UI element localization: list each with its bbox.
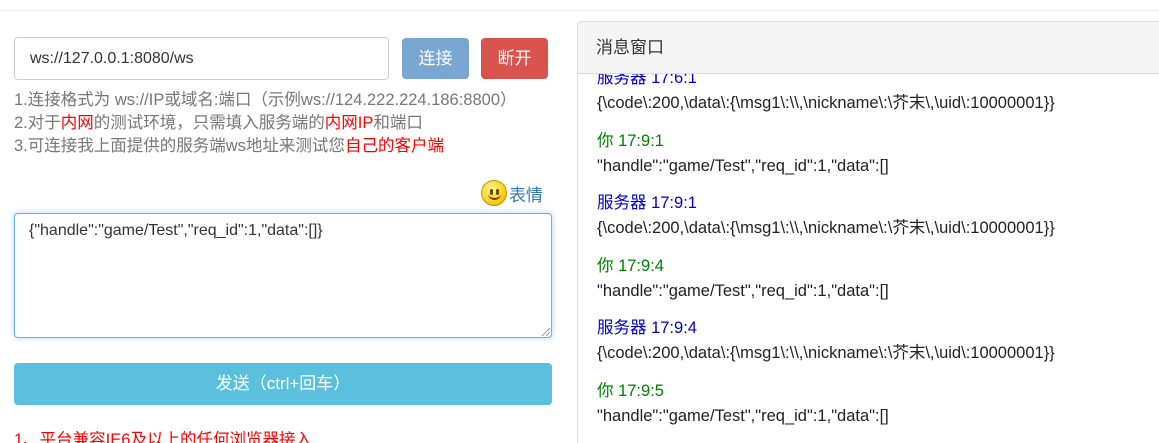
message-log[interactable]: 服务器 17:6:1 {\code\:200,\data\:{\msg1\:\\,…	[578, 74, 1159, 443]
smiley-icon	[481, 180, 507, 206]
message-text: "handle":"game/Test","req_id":1,"data":[…	[597, 406, 889, 425]
message-entry: 你 17:9:1 "handle":"game/Test","req_id":1,…	[597, 129, 1055, 192]
usage-hints: 1.连接格式为 ws://IP或域名:端口（示例ws://124.222.224…	[14, 89, 554, 158]
message-text: {\code\:200,\data\:{\msg1\:\\,\nickname\…	[597, 219, 1055, 237]
message-sender: 服务器 17:9:4	[597, 319, 697, 337]
message-sender: 你 17:9:5	[597, 381, 664, 400]
message-text: {\code\:200,\data\:{\msg1\:\\,\nickname\…	[597, 94, 1055, 112]
message-sender: 你 17:9:4	[597, 256, 664, 275]
disconnect-button[interactable]: 断开	[481, 38, 548, 79]
message-text: "handle":"game/Test","req_id":1,"data":[…	[597, 156, 889, 175]
message-entry: 服务器 17:9:1 {\code\:200,\data\:{\msg1\:\\,…	[597, 191, 1055, 254]
connect-button[interactable]: 连接	[402, 38, 469, 79]
ws-url-input[interactable]	[14, 37, 389, 80]
message-text: {\code\:200,\data\:{\msg1\:\\,\nickname\…	[597, 344, 1055, 362]
message-entry: 你 17:9:5 "handle":"game/Test","req_id":1,…	[597, 379, 1055, 442]
message-window: 消息窗口 服务器 17:6:1 {\code\:200,\data\:{\msg1…	[577, 21, 1159, 443]
resize-grip-icon[interactable]	[541, 327, 550, 336]
message-sender: 服务器 17:6:1	[597, 74, 697, 87]
message-text: "handle":"game/Test","req_id":1,"data":[…	[597, 281, 889, 300]
message-window-title: 消息窗口	[578, 22, 1159, 74]
top-divider	[0, 10, 1159, 11]
hint-line-3: 3.可连接我上面提供的服务端ws地址来测试您自己的客户端	[14, 137, 444, 155]
message-entry: 你 17:9:4 "handle":"game/Test","req_id":1,…	[597, 254, 1055, 317]
message-entry: 服务器 17:9:4 {\code\:200,\data\:{\msg1\:\\,…	[597, 316, 1055, 379]
message-entry: 服务器 17:6:1 {\code\:200,\data\:{\msg1\:\\,…	[597, 74, 1055, 129]
hint-line-1: 1.连接格式为 ws://IP或域名:端口（示例ws://124.222.224…	[14, 91, 517, 109]
connection-panel: 连接 断开 1.连接格式为 ws://IP或域名:端口（示例ws://124.2…	[14, 37, 554, 443]
message-sender: 你 17:9:1	[597, 131, 664, 150]
message-sender: 服务器 17:9:1	[597, 194, 697, 212]
hint-line-2: 2.对于内网的测试环境，只需填入服务端的内网IP和端口	[14, 114, 423, 132]
emoji-label: 表情	[509, 185, 543, 205]
message-input[interactable]: {"handle":"game/Test","req_id":1,"data":…	[14, 213, 552, 338]
compatibility-notice: 1、平台兼容IE6及以上的任何浏览器接入	[14, 431, 312, 443]
emoji-button[interactable]: 表情	[481, 179, 543, 207]
send-button[interactable]: 发送（ctrl+回车）	[14, 363, 552, 405]
